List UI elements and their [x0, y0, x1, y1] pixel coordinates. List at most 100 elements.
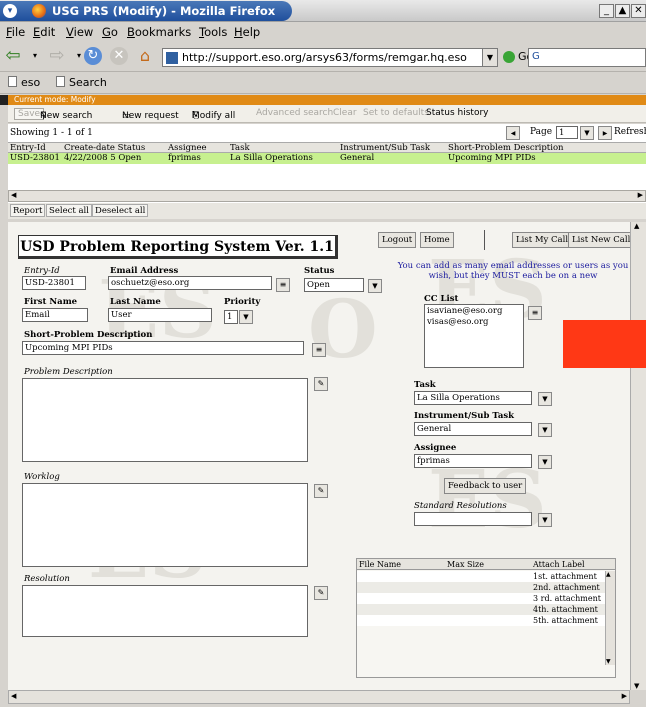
refresh-button[interactable]: Refresh	[614, 127, 646, 137]
status-history-button[interactable]: Status history	[426, 108, 489, 118]
attachment-row[interactable]: 3 rd. attachment	[357, 593, 615, 604]
page-vertical-scrollbar[interactable]: ▲ ▼	[630, 222, 646, 690]
results-header: Entry-Id Create-date Status Assignee Tas…	[8, 142, 646, 153]
instrument-dropdown-icon[interactable]: ▼	[538, 423, 552, 437]
window-title: USG PRS (Modify) - Mozilla Firefox	[52, 4, 276, 18]
page-horizontal-scrollbar[interactable]: ◀ ▶	[8, 690, 630, 704]
menu-help[interactable]: Help	[234, 25, 260, 39]
home-button[interactable]: Home	[420, 232, 454, 248]
menu-edit[interactable]: Edit	[33, 25, 55, 39]
current-mode-bar: Current mode: Modify	[8, 95, 646, 105]
page-number-input[interactable]: 1	[556, 126, 578, 139]
resolution-edit-icon[interactable]: ✎	[314, 586, 328, 600]
priority-dropdown-icon[interactable]: ▼	[239, 310, 253, 324]
email-field[interactable]: oschuetz@eso.org	[108, 276, 272, 290]
logout-button[interactable]: Logout	[378, 232, 417, 248]
column-header: File Name	[359, 560, 402, 569]
problem-description-edit-icon[interactable]: ✎	[314, 377, 328, 391]
scroll-up-icon[interactable]: ▲	[606, 571, 611, 578]
report-button[interactable]: Report	[10, 204, 46, 217]
mode-collapse-icon[interactable]	[0, 95, 8, 105]
search-input[interactable]: G	[528, 48, 646, 67]
menu-go[interactable]: Go	[102, 25, 118, 39]
bookmark-search[interactable]: Search	[56, 76, 107, 89]
attachment-row[interactable]: 2nd. attachment	[357, 582, 615, 593]
attachment-row[interactable]: 5th. attachment	[357, 615, 615, 626]
email-label: Email Address	[110, 266, 179, 276]
search-engine-icon[interactable]: G	[532, 51, 540, 62]
close-icon[interactable]: ✕	[631, 4, 646, 18]
cc-lookup-icon[interactable]: ≡	[528, 306, 542, 320]
problem-description-field[interactable]	[22, 378, 308, 462]
priority-select[interactable]: 1	[224, 310, 238, 324]
navigation-toolbar: ⇦ ▾ ⇨ ▾ ↻ ✕ ⌂ http://support.eso.org/ars…	[0, 42, 646, 72]
results-horizontal-scrollbar[interactable]: ◀ ▶	[8, 190, 646, 202]
instrument-select[interactable]: General	[414, 422, 532, 436]
next-page-icon[interactable]: ▶	[598, 126, 612, 140]
window-titlebar: ▾ USG PRS (Modify) - Mozilla Firefox _ ▲…	[0, 0, 646, 22]
url-bar[interactable]: http://support.eso.org/arsys63/forms/rem…	[162, 48, 498, 67]
short-description-field[interactable]: Upcoming MPI PIDs	[22, 341, 304, 355]
table-cell: fprimas	[168, 153, 201, 163]
email-lookup-icon[interactable]: ≡	[276, 278, 290, 292]
home-icon[interactable]: ⌂	[136, 47, 154, 65]
assignee-select[interactable]: fprimas	[414, 454, 532, 468]
scroll-down-icon[interactable]: ▼	[634, 682, 639, 690]
bookmark-label: Search	[69, 76, 107, 89]
prev-page-icon[interactable]: ◀	[506, 126, 520, 140]
menu-file[interactable]: File	[6, 25, 25, 39]
form-title: USD Problem Reporting System Ver. 1.1	[18, 235, 338, 259]
minimize-icon[interactable]: _	[599, 4, 614, 18]
url-text[interactable]: http://support.eso.org/arsys63/forms/rem…	[182, 51, 467, 64]
resolution-field[interactable]	[22, 585, 308, 637]
table-cell: 4/22/2008 5 Open	[64, 153, 142, 163]
scroll-right-icon[interactable]: ▶	[622, 692, 627, 700]
new-search-label: New search	[40, 111, 93, 121]
task-dropdown-icon[interactable]: ▼	[538, 392, 552, 406]
standard-resolutions-select[interactable]	[414, 512, 532, 526]
menu-view[interactable]: View	[66, 25, 93, 39]
table-row[interactable]: USD-23801 4/22/2008 5 Open fprimas La Si…	[8, 153, 646, 164]
short-description-expand-icon[interactable]: ≡	[312, 343, 326, 357]
select-all-button[interactable]: Select all	[46, 204, 92, 217]
worklog-edit-icon[interactable]: ✎	[314, 484, 328, 498]
reload-icon[interactable]: ↻	[84, 47, 102, 65]
window-menu-icon[interactable]: ▾	[3, 4, 17, 18]
standard-resolutions-dropdown-icon[interactable]: ▼	[538, 513, 552, 527]
first-name-label: First Name	[24, 297, 78, 307]
assignee-label: Assignee	[414, 443, 457, 453]
menu-tools[interactable]: Tools	[199, 25, 227, 39]
attachments-scrollbar[interactable]: ▲ ▼	[605, 571, 615, 665]
worklog-field[interactable]	[22, 483, 308, 567]
bookmarks-toolbar: eso Search	[0, 72, 646, 94]
first-name-field[interactable]: Email	[22, 308, 88, 322]
stop-icon: ✕	[110, 47, 128, 65]
attachment-row[interactable]: 1st. attachment	[357, 571, 615, 582]
attachment-row[interactable]: 4th. attachment	[357, 604, 615, 615]
scroll-right-icon[interactable]: ▶	[638, 191, 643, 199]
cc-list-field[interactable]: isaviane@eso.org visas@eso.org	[424, 304, 524, 368]
scroll-left-icon[interactable]: ◀	[11, 191, 16, 199]
menu-bookmarks[interactable]: Bookmarks	[127, 25, 191, 39]
pagination: ◀ Page 1 ▼ ▶ Refresh	[506, 126, 646, 140]
scroll-up-icon[interactable]: ▲	[634, 222, 639, 230]
bookmark-eso[interactable]: eso	[8, 76, 40, 89]
url-history-dropdown-icon[interactable]: ▼	[482, 48, 498, 67]
list-new-calls-button[interactable]: List New Calls	[568, 232, 630, 248]
feedback-to-user-button[interactable]: Feedback to user	[444, 478, 527, 494]
task-select[interactable]: La Silla Operations	[414, 391, 532, 405]
status-select[interactable]: Open	[304, 278, 364, 292]
last-name-field[interactable]: User	[108, 308, 212, 322]
scroll-down-icon[interactable]: ▼	[606, 658, 611, 665]
scroll-left-icon[interactable]: ◀	[11, 692, 16, 700]
window-title-tab: ▾ USG PRS (Modify) - Mozilla Firefox	[0, 1, 292, 21]
assignee-dropdown-icon[interactable]: ▼	[538, 455, 552, 469]
status-dropdown-icon[interactable]: ▼	[368, 279, 382, 293]
deselect-all-button[interactable]: Deselect all	[92, 204, 149, 217]
list-my-calls-button[interactable]: List My Calls	[512, 232, 577, 248]
back-icon[interactable]: ⇦	[4, 47, 22, 65]
maximize-icon[interactable]: ▲	[615, 4, 630, 18]
page-dropdown-icon[interactable]: ▼	[580, 126, 594, 140]
cc-note: You can add as many email addresses or u…	[397, 261, 629, 281]
back-dropdown-icon[interactable]: ▾	[26, 47, 44, 65]
